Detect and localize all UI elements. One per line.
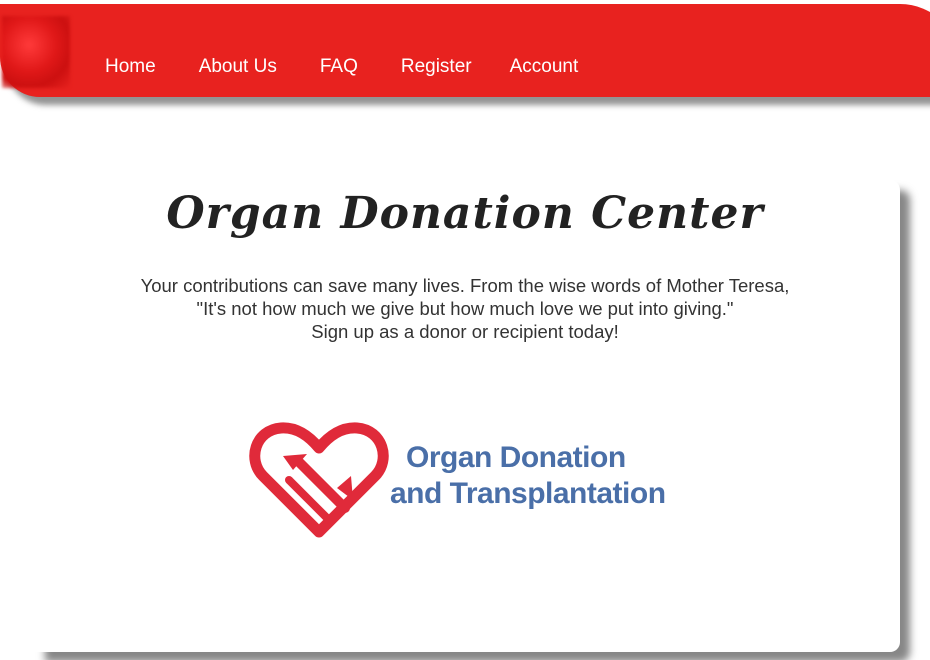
heart-arrows-icon xyxy=(249,422,389,538)
nav-item-faq[interactable]: FAQ xyxy=(320,56,358,78)
page: Home About Us FAQ Register Account Organ… xyxy=(0,0,930,660)
navbar: Home About Us FAQ Register Account xyxy=(0,4,930,97)
page-title: Organ Donation Center xyxy=(166,188,764,239)
logo-text: Organ Donation and Transplantation xyxy=(390,440,666,512)
main-card: Organ Donation Center Your contributions… xyxy=(35,180,900,652)
intro-text: Your contributions can save many lives. … xyxy=(35,274,895,343)
intro-line: Sign up as a donor or recipient today! xyxy=(311,321,619,342)
organ-donation-logo: Organ Donation and Transplantation xyxy=(249,420,689,540)
site-logo-icon[interactable] xyxy=(2,16,70,88)
intro-line: "It's not how much we give but how much … xyxy=(196,298,734,319)
logo-line-2: and Transplantation xyxy=(390,477,666,510)
nav-links: Home About Us FAQ Register Account xyxy=(105,56,578,78)
nav-item-register[interactable]: Register xyxy=(401,56,472,78)
nav-item-account[interactable]: Account xyxy=(510,56,579,78)
logo-line-1: Organ Donation xyxy=(406,441,626,474)
nav-item-home[interactable]: Home xyxy=(105,56,156,78)
nav-item-about-us[interactable]: About Us xyxy=(199,56,277,78)
intro-line: Your contributions can save many lives. … xyxy=(140,275,790,296)
